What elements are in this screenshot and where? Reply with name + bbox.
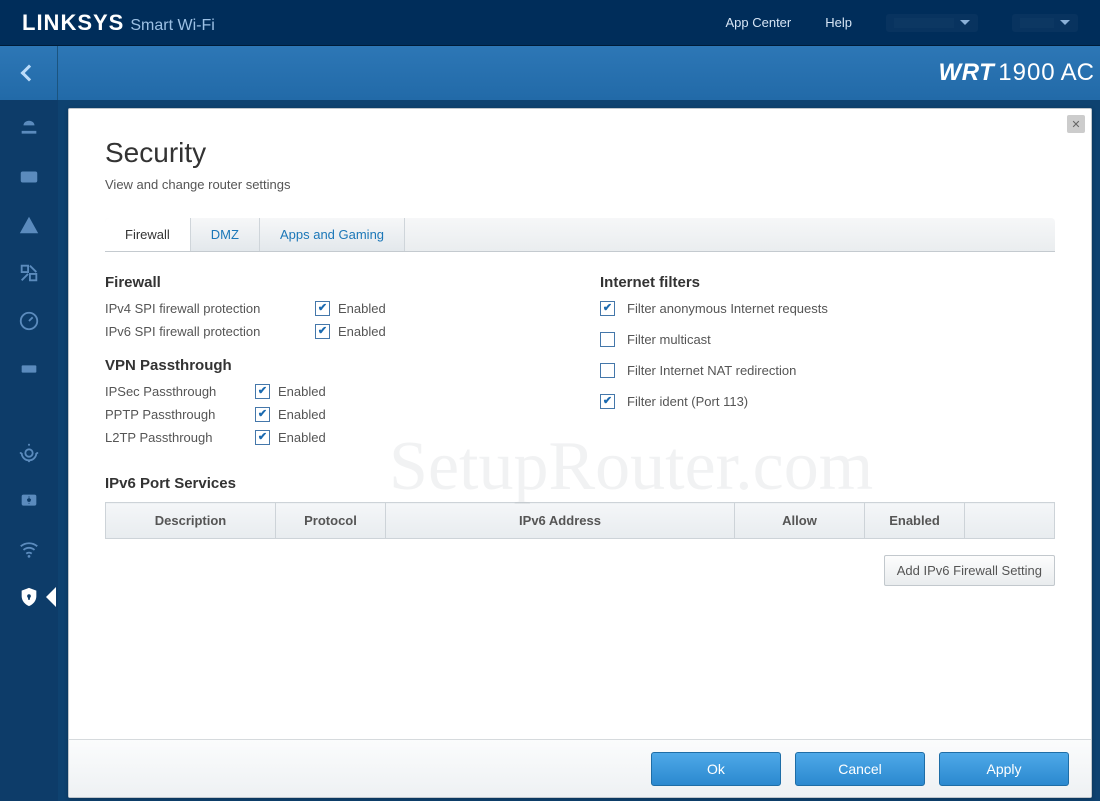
logo-word: LINKSYS xyxy=(22,10,124,36)
logo-subtitle: Smart Wi-Fi xyxy=(130,17,214,35)
nav-account-dropdown[interactable] xyxy=(886,14,978,32)
sidebar-item-security[interactable] xyxy=(14,582,44,612)
close-button[interactable]: ✕ xyxy=(1067,115,1085,133)
model-suffix: AC xyxy=(1061,59,1094,87)
pptp-enabled-text: Enabled xyxy=(278,407,326,422)
sidebar: + xyxy=(0,100,58,801)
tab-dmz[interactable]: DMZ xyxy=(191,218,260,251)
col-enabled: Enabled xyxy=(865,503,965,539)
tabs: Firewall DMZ Apps and Gaming xyxy=(105,218,1055,252)
ipv4-spi-enabled-text: Enabled xyxy=(338,301,386,316)
ipv6-spi-checkbox[interactable] xyxy=(315,324,330,339)
vpn-heading: VPN Passthrough xyxy=(105,357,560,374)
filter-ident-checkbox[interactable] xyxy=(600,394,615,409)
filter-anonymous-label: Filter anonymous Internet requests xyxy=(627,301,828,316)
tab-firewall[interactable]: Firewall xyxy=(105,218,191,252)
ipv6-table: Description Protocol IPv6 Address Allow … xyxy=(105,502,1055,539)
close-icon: ✕ xyxy=(1071,118,1080,131)
filters-heading: Internet filters xyxy=(600,274,1055,291)
cancel-button[interactable]: Cancel xyxy=(795,752,925,786)
sidebar-item-network-map[interactable] xyxy=(14,114,44,144)
active-indicator-icon xyxy=(46,587,56,607)
filter-multicast-checkbox[interactable] xyxy=(600,332,615,347)
apply-button[interactable]: Apply xyxy=(939,752,1069,786)
model-label: WRT 1900 AC xyxy=(939,59,1094,87)
filter-nat-checkbox[interactable] xyxy=(600,363,615,378)
ipsec-enabled-text: Enabled xyxy=(278,384,326,399)
pptp-label: PPTP Passthrough xyxy=(105,407,255,422)
l2tp-enabled-text: Enabled xyxy=(278,430,326,445)
model-prefix: WRT xyxy=(939,59,995,87)
sidebar-item-parental-controls[interactable] xyxy=(14,210,44,240)
col-allow: Allow xyxy=(735,503,865,539)
tab-apps-and-gaming[interactable]: Apps and Gaming xyxy=(260,218,405,251)
topbar: LINKSYS Smart Wi-Fi App Center Help xyxy=(0,0,1100,46)
nav-help[interactable]: Help xyxy=(825,15,852,30)
ipsec-label: IPSec Passthrough xyxy=(105,384,255,399)
col-ipv6-address: IPv6 Address xyxy=(386,503,735,539)
col-description: Description xyxy=(106,503,276,539)
ipv6-spi-label: IPv6 SPI firewall protection xyxy=(105,324,315,339)
l2tp-label: L2TP Passthrough xyxy=(105,430,255,445)
firewall-heading: Firewall xyxy=(105,274,560,291)
page-title: Security xyxy=(105,137,1055,169)
svg-text:+: + xyxy=(27,495,32,504)
nav-app-center[interactable]: App Center xyxy=(725,15,791,30)
sidebar-item-connectivity[interactable] xyxy=(14,438,44,468)
ipv6-spi-enabled-text: Enabled xyxy=(338,324,386,339)
add-ipv6-firewall-button[interactable]: Add IPv6 Firewall Setting xyxy=(884,555,1055,586)
filter-nat-label: Filter Internet NAT redirection xyxy=(627,363,796,378)
page-subtitle: View and change router settings xyxy=(105,177,1055,192)
ok-button[interactable]: Ok xyxy=(651,752,781,786)
ipv4-spi-checkbox[interactable] xyxy=(315,301,330,316)
panel: ✕ Security View and change router settin… xyxy=(68,108,1092,798)
top-nav: App Center Help xyxy=(725,14,1078,32)
sidebar-item-usb-storage[interactable] xyxy=(14,354,44,384)
sidebar-item-speed-test[interactable] xyxy=(14,306,44,336)
chevron-left-icon xyxy=(20,65,37,82)
banner: WRT 1900 AC xyxy=(0,46,1100,100)
pptp-checkbox[interactable] xyxy=(255,407,270,422)
logo: LINKSYS Smart Wi-Fi xyxy=(22,10,215,36)
sidebar-item-media-prioritization[interactable] xyxy=(14,258,44,288)
chevron-down-icon xyxy=(1060,20,1070,25)
footer: Ok Cancel Apply xyxy=(69,739,1091,797)
back-button[interactable] xyxy=(0,46,58,100)
col-actions xyxy=(965,503,1055,539)
sidebar-item-troubleshooting[interactable]: + xyxy=(14,486,44,516)
ipsec-checkbox[interactable] xyxy=(255,384,270,399)
model-number: 1900 xyxy=(998,59,1055,87)
sidebar-item-guest-access[interactable] xyxy=(14,162,44,192)
sidebar-item-wireless[interactable] xyxy=(14,534,44,564)
filter-anonymous-checkbox[interactable] xyxy=(600,301,615,316)
chevron-down-icon xyxy=(960,20,970,25)
ipv6-heading: IPv6 Port Services xyxy=(105,475,1055,492)
ipv4-spi-label: IPv4 SPI firewall protection xyxy=(105,301,315,316)
filter-multicast-label: Filter multicast xyxy=(627,332,711,347)
filter-ident-label: Filter ident (Port 113) xyxy=(627,394,748,409)
col-protocol: Protocol xyxy=(276,503,386,539)
l2tp-checkbox[interactable] xyxy=(255,430,270,445)
nav-language-dropdown[interactable] xyxy=(1012,14,1078,32)
